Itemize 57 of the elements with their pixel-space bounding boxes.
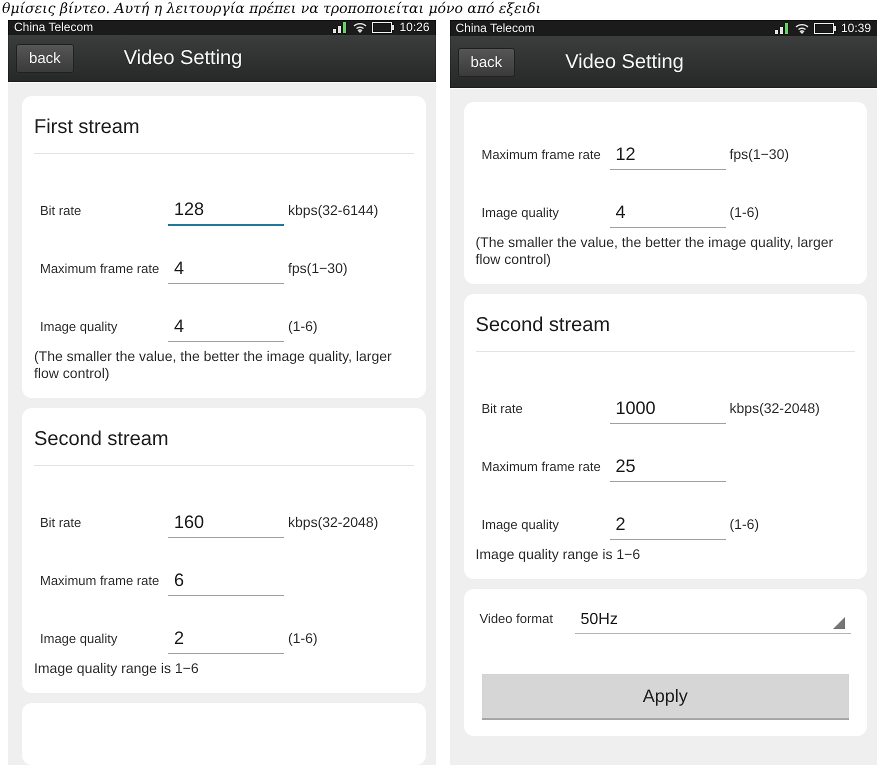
field-label: Maximum frame rate: [40, 573, 160, 590]
field-label: Bit rate: [40, 203, 82, 220]
field-label: Video format: [480, 611, 554, 628]
range-hint: kbps(32-6144): [287, 202, 380, 220]
input-field[interactable]: 12: [610, 140, 726, 170]
field-label: Image quality: [482, 205, 560, 222]
section-title: Second stream: [476, 304, 855, 352]
input-field[interactable]: 4: [610, 198, 726, 228]
section-title: First stream: [34, 106, 414, 154]
input-field[interactable]: 128: [168, 195, 284, 226]
note-text: Image quality range is 1−6: [476, 546, 642, 563]
battery-icon: [372, 22, 394, 33]
input-field[interactable]: 4: [168, 254, 284, 284]
input-field[interactable]: 1000: [610, 394, 726, 424]
apply-button[interactable]: Apply: [482, 674, 849, 720]
range-hint: fps(1−30): [728, 146, 790, 164]
section-title: Second stream: [34, 418, 414, 466]
carrier-name: China Telecom: [456, 21, 535, 35]
field-label: Bit rate: [40, 515, 82, 532]
wifi-icon: [353, 21, 368, 34]
clock-time: 10:26: [399, 20, 430, 34]
input-field[interactable]: 160: [168, 508, 284, 538]
range-hint: (1-6): [728, 516, 760, 534]
range-hint: (1-6): [728, 204, 760, 222]
screen-title: Video Setting: [124, 46, 242, 70]
input-field[interactable]: 4: [168, 312, 284, 342]
input-field[interactable]: 6: [168, 566, 284, 596]
range-hint: kbps(32-2048): [287, 514, 380, 532]
back-button[interactable]: back: [16, 44, 74, 73]
range-hint: kbps(32-2048): [728, 400, 821, 418]
wifi-icon: [794, 22, 809, 34]
field-label: Image quality: [40, 631, 118, 648]
field-label: Maximum frame rate: [482, 147, 602, 164]
corner-triangle-icon: [833, 617, 845, 629]
field-label: Image quality: [40, 319, 118, 336]
carrier-name: China Telecom: [14, 20, 94, 34]
clock-time: 10:39: [840, 21, 871, 35]
caption-text: θμίσεις βίντεο. Αυτή η λειτουργία πρέπει να τροποποιείται μόνο από εξειδι: [1, 0, 542, 19]
dropdown-field[interactable]: 50Hz: [574, 607, 851, 634]
note-text: (The smaller the value, the better the image quality, larger flow control): [34, 348, 393, 382]
range-hint: (1-6): [287, 630, 319, 648]
note-text: Image quality range is 1−6: [34, 660, 200, 677]
signal-icon: [774, 22, 790, 34]
range-hint: (1-6): [287, 318, 319, 336]
input-field[interactable]: 2: [610, 510, 726, 540]
input-field[interactable]: 2: [168, 624, 284, 654]
field-label: Maximum frame rate: [40, 261, 160, 278]
signal-icon: [332, 21, 348, 34]
note-text: (The smaller the value, the better the image quality, larger flow control): [476, 234, 834, 268]
field-label: Bit rate: [482, 401, 524, 418]
field-label: Maximum frame rate: [482, 459, 602, 476]
field-label: Image quality: [482, 517, 560, 534]
input-field[interactable]: 25: [610, 452, 726, 482]
battery-icon: [814, 22, 836, 34]
screen-title: Video Setting: [565, 50, 684, 74]
back-button[interactable]: back: [458, 48, 516, 76]
range-hint: fps(1−30): [287, 260, 349, 278]
